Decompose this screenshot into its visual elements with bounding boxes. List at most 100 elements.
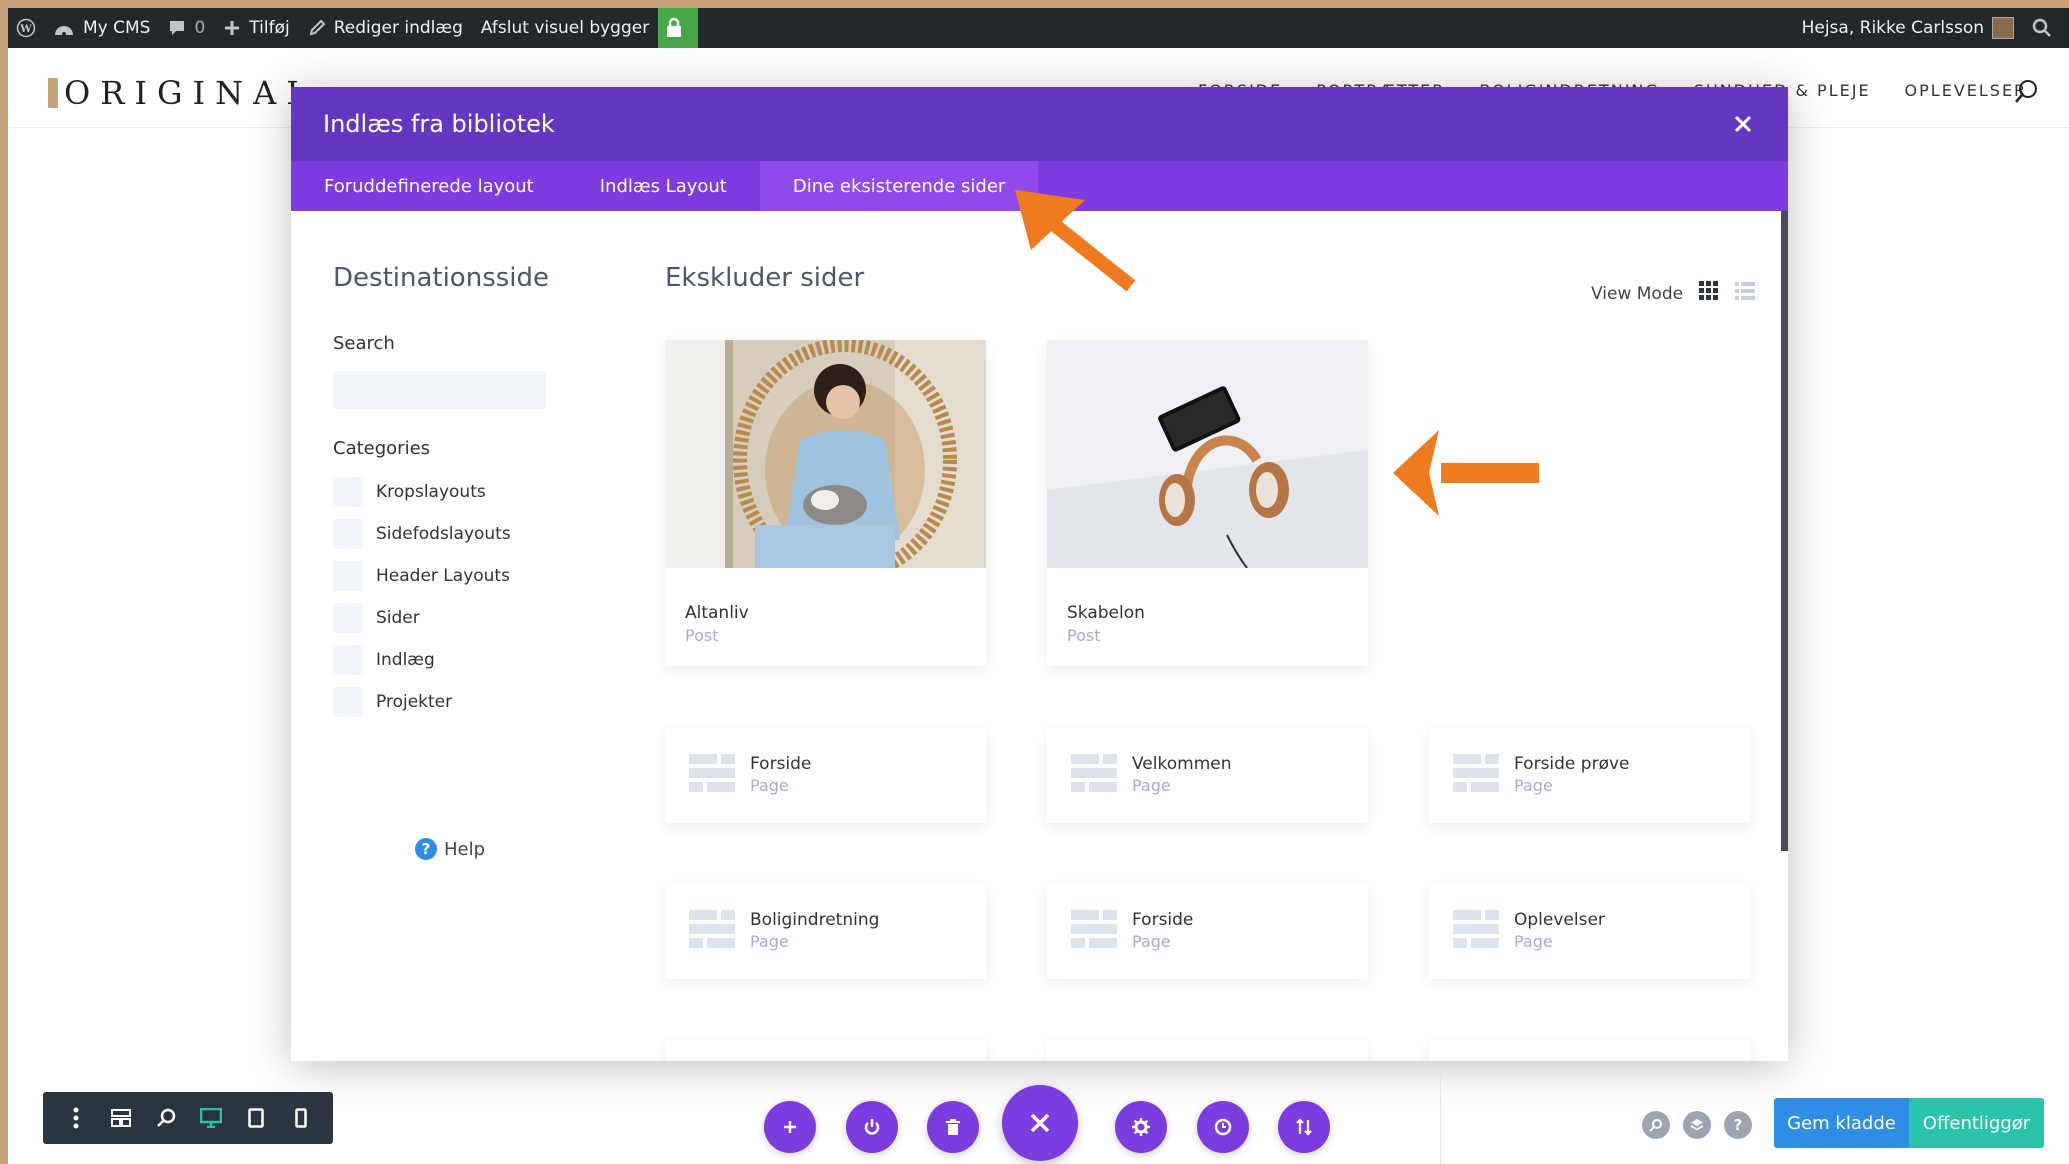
lock-icon[interactable] xyxy=(658,8,699,48)
user-account-link[interactable]: Hejsa, Rikke Carlsson xyxy=(1793,8,2023,48)
category-item-indlaeg[interactable]: Indlæg xyxy=(333,645,435,675)
page-layout-icon xyxy=(1453,754,1499,792)
desktop-view-icon[interactable] xyxy=(196,1103,226,1133)
page-card-partial[interactable] xyxy=(1429,1040,1750,1061)
post-type: Post xyxy=(1067,626,1101,645)
help-link[interactable]: ? Help xyxy=(415,838,485,860)
exit-builder-label: Afslut visuel bygger xyxy=(480,18,650,38)
wordpress-logo-icon[interactable]: W xyxy=(8,8,44,48)
publish-button[interactable]: Offentliggør xyxy=(1909,1098,2044,1148)
page-title: Forside xyxy=(1132,910,1194,930)
category-checkbox[interactable] xyxy=(333,603,363,633)
page-card-partial[interactable] xyxy=(1047,1040,1368,1061)
category-item-sider[interactable]: Sider xyxy=(333,603,420,633)
vertical-divider xyxy=(1440,1068,1441,1164)
site-logo[interactable]: ORIGINAL xyxy=(48,74,318,112)
sidebar-title: Destinationsside xyxy=(333,263,550,293)
wireframe-view-icon[interactable] xyxy=(106,1103,136,1133)
page-settings-button[interactable] xyxy=(1115,1101,1167,1153)
page-layout-icon xyxy=(1071,910,1117,948)
annotation-arrow-left xyxy=(1393,430,1539,516)
post-title: Altanliv xyxy=(685,603,749,623)
page-card-forside-prove[interactable]: Forside prøve Page xyxy=(1429,728,1750,823)
zoom-icon[interactable] xyxy=(151,1103,181,1133)
clear-layout-button[interactable] xyxy=(927,1101,979,1153)
page-card-partial[interactable] xyxy=(665,1040,986,1061)
category-checkbox[interactable] xyxy=(333,519,363,549)
site-name-link[interactable]: My CMS xyxy=(44,8,159,48)
post-card-altanliv[interactable]: Altanliv Post xyxy=(665,340,986,666)
category-label: Sider xyxy=(376,608,420,628)
page-card-forside-2[interactable]: Forside Page xyxy=(1047,884,1368,979)
category-checkbox[interactable] xyxy=(333,561,363,591)
post-thumbnail-image xyxy=(665,340,986,568)
page-type: Page xyxy=(1132,932,1171,951)
search-input[interactable] xyxy=(333,371,546,409)
annotation-arrow-up-left xyxy=(1015,190,1136,292)
category-item-projekter[interactable]: Projekter xyxy=(333,687,452,717)
add-new-label: Tilføj xyxy=(249,18,290,38)
post-thumbnail-image xyxy=(1047,340,1368,568)
avatar xyxy=(1992,17,2014,39)
post-card-skabelon[interactable]: Skabelon Post xyxy=(1047,340,1368,666)
add-new-link[interactable]: Tilføj xyxy=(214,8,298,48)
category-checkbox[interactable] xyxy=(333,645,363,675)
more-options-icon[interactable] xyxy=(61,1103,91,1133)
close-builder-settings-button[interactable] xyxy=(1002,1085,1078,1161)
modal-scrollbar[interactable] xyxy=(1781,211,1788,851)
phone-view-icon[interactable] xyxy=(286,1103,316,1133)
nav-search-icon[interactable] xyxy=(2014,78,2040,108)
list-view-icon[interactable] xyxy=(1735,281,1756,306)
close-icon[interactable] xyxy=(1728,109,1758,139)
view-mode-label: View Mode xyxy=(1591,283,1684,304)
post-type: Post xyxy=(685,626,719,645)
site-name: My CMS xyxy=(83,18,151,38)
tab-load-layout[interactable]: Indlæs Layout xyxy=(567,161,760,211)
help-circle-icon[interactable]: ? xyxy=(1724,1111,1752,1139)
comments-link[interactable]: 0 xyxy=(159,8,214,48)
tablet-view-icon[interactable] xyxy=(241,1103,271,1133)
tab-predefined-layouts[interactable]: Foruddefinerede layout xyxy=(291,161,567,211)
page-card-boligindretning[interactable]: Boligindretning Page xyxy=(665,884,986,979)
tab-existing-pages[interactable]: Dine eksisterende sider xyxy=(759,161,1039,211)
page-type: Page xyxy=(1132,776,1171,795)
page-card-oplevelser[interactable]: Oplevelser Page xyxy=(1429,884,1750,979)
layers-icon[interactable] xyxy=(1683,1111,1711,1139)
portability-button[interactable] xyxy=(846,1101,898,1153)
page-title: Velkommen xyxy=(1132,754,1232,774)
category-item-sidefodslayouts[interactable]: Sidefodslayouts xyxy=(333,519,511,549)
browser-frame: W My CMS 0 Tilføj Rediger indlæg Afslut … xyxy=(0,0,2069,1164)
view-mode-toggle: View Mode xyxy=(1591,281,1756,306)
edit-post-label: Rediger indlæg xyxy=(333,18,463,38)
page-title: Boligindretning xyxy=(750,910,880,930)
search-modules-icon[interactable] xyxy=(1642,1111,1670,1139)
plus-icon xyxy=(225,21,240,35)
sort-button[interactable] xyxy=(1278,1101,1330,1153)
admin-search-icon[interactable] xyxy=(2023,8,2069,48)
category-item-kropslayouts[interactable]: Kropslayouts xyxy=(333,477,486,507)
page-card-velkommen[interactable]: Velkommen Page xyxy=(1047,728,1368,823)
comment-icon xyxy=(170,21,185,35)
nav-item-oplevelser[interactable]: OPLEVELSER xyxy=(1905,81,2028,100)
grid-view-icon[interactable] xyxy=(1699,281,1719,306)
page-title: Forside xyxy=(750,754,812,774)
add-module-button[interactable] xyxy=(764,1101,816,1153)
exit-builder-link[interactable]: Afslut visuel bygger xyxy=(472,8,658,48)
page-card-forside[interactable]: Forside Page xyxy=(665,728,986,823)
category-label: Header Layouts xyxy=(376,566,510,586)
svg-text:W: W xyxy=(19,24,32,35)
category-checkbox[interactable] xyxy=(333,477,363,507)
sort-arrows-icon xyxy=(1296,1118,1312,1136)
history-button[interactable] xyxy=(1197,1101,1249,1153)
category-label: Sidefodslayouts xyxy=(376,524,511,544)
modal-title: Indlæs fra bibliotek xyxy=(323,110,555,138)
page-type: Page xyxy=(750,776,789,795)
clock-icon xyxy=(1214,1118,1232,1136)
category-checkbox[interactable] xyxy=(333,687,363,717)
page-title: Forside prøve xyxy=(1514,754,1630,774)
category-item-header-layouts[interactable]: Header Layouts xyxy=(333,561,510,591)
category-label: Kropslayouts xyxy=(376,482,486,502)
save-draft-button[interactable]: Gem kladde xyxy=(1774,1098,1909,1148)
page-layout-icon xyxy=(1453,910,1499,948)
edit-post-link[interactable]: Rediger indlæg xyxy=(299,8,472,48)
